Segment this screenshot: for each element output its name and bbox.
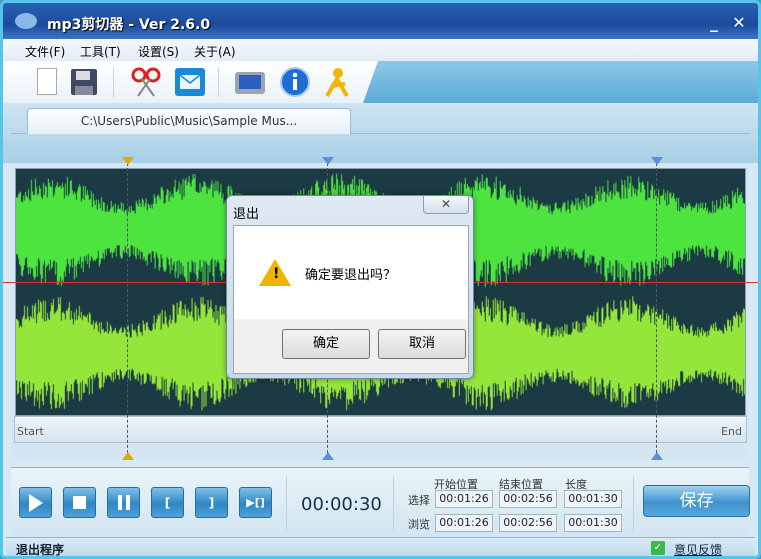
info-icon[interactable] xyxy=(279,66,311,98)
marker-handle-top[interactable] xyxy=(322,157,335,165)
toolbar-separator xyxy=(113,67,114,97)
status-bar: 退出程序 ✓ 意见反馈 xyxy=(6,537,755,557)
window-title: mp3剪切器 - Ver 2.6.0 xyxy=(47,17,211,33)
select-start-field[interactable]: 00:01:26 xyxy=(435,490,493,508)
current-time: 00:00:30 xyxy=(301,494,382,515)
stop-button[interactable] xyxy=(63,487,96,518)
play-icon xyxy=(28,493,43,512)
mail-icon[interactable] xyxy=(174,66,206,98)
toolbar xyxy=(3,61,378,103)
separator xyxy=(393,476,394,531)
save-icon[interactable] xyxy=(68,66,100,98)
play-selection-button[interactable]: ▶[] xyxy=(239,487,272,518)
scissors-icon[interactable] xyxy=(130,66,162,98)
marker-handle-bottom[interactable] xyxy=(651,452,664,460)
dialog-body: ! 确定要退出吗？ 确定 取消 xyxy=(233,225,469,374)
timeline-ruler: Start End xyxy=(14,416,747,443)
select-length-field[interactable]: 00:01:30 xyxy=(564,490,622,508)
marker-handle-top[interactable] xyxy=(651,157,664,165)
play-selection-icon: ▶[] xyxy=(246,496,265,509)
new-file-icon[interactable] xyxy=(31,66,63,98)
exit-dialog: 退出 ✕ ! 确定要退出吗？ 确定 取消 xyxy=(226,195,474,379)
warning-icon: ! xyxy=(259,259,291,286)
status-text: 退出程序 xyxy=(16,543,65,557)
marker-handle-top[interactable] xyxy=(121,157,134,165)
selection-marker[interactable] xyxy=(121,157,134,460)
tab-file[interactable]: C:\Users\Public\Music\Sample Mus... xyxy=(27,108,351,134)
pause-icon xyxy=(117,495,130,510)
play-button[interactable] xyxy=(19,487,52,518)
close-button[interactable]: ✕ xyxy=(730,13,748,32)
menu-tools[interactable]: 工具(T) xyxy=(80,43,121,60)
stop-icon xyxy=(73,496,86,509)
pause-button[interactable] xyxy=(107,487,140,518)
browse-length-field[interactable]: 00:01:30 xyxy=(564,514,622,532)
menu-bar: 文件(F) 工具(T) 设置(S) 关于(A) xyxy=(3,39,758,61)
user-icon[interactable] xyxy=(321,66,353,98)
screen-icon[interactable] xyxy=(234,66,266,98)
dialog-title: 退出 xyxy=(233,207,260,222)
minimize-button[interactable]: _ xyxy=(705,13,723,32)
menu-settings[interactable]: 设置(S) xyxy=(138,43,179,60)
browse-end-field[interactable]: 00:02:56 xyxy=(499,514,557,532)
marker-handle-bottom[interactable] xyxy=(322,452,335,460)
feedback-link[interactable]: 意见反馈 xyxy=(674,541,722,556)
ok-button[interactable]: 确定 xyxy=(282,329,370,359)
marker-handle-bottom[interactable] xyxy=(121,452,134,460)
end-label: End xyxy=(721,425,742,438)
toolbar-background xyxy=(363,61,758,103)
row-label-browse: 浏览 xyxy=(408,518,430,531)
menu-file[interactable]: 文件(F) xyxy=(25,43,65,60)
start-label: Start xyxy=(17,425,44,438)
row-label-select: 选择 xyxy=(408,494,430,507)
browse-start-field[interactable]: 00:01:26 xyxy=(435,514,493,532)
title-bar: mp3剪切器 - Ver 2.6.0 _ ✕ xyxy=(3,3,758,39)
playback-controls: [ ] ▶[] 00:00:30 开始位置 结束位置 长度 选择 00:01:2… xyxy=(11,467,750,537)
select-end-field[interactable]: 00:02:56 xyxy=(499,490,557,508)
dialog-close-button[interactable]: ✕ xyxy=(423,196,469,214)
menu-about[interactable]: 关于(A) xyxy=(194,43,236,60)
check-icon: ✓ xyxy=(651,541,665,555)
set-end-button[interactable]: ] xyxy=(195,487,228,518)
save-button[interactable]: 保存 xyxy=(643,485,750,517)
selection-marker[interactable] xyxy=(651,157,664,460)
set-start-button[interactable]: [ xyxy=(151,487,184,518)
bracket-right-icon: ] xyxy=(208,495,215,510)
tab-area: C:\Users\Public\Music\Sample Mus... xyxy=(3,103,758,163)
separator xyxy=(286,476,287,531)
cancel-button[interactable]: 取消 xyxy=(378,329,466,359)
separator xyxy=(633,476,634,531)
bracket-left-icon: [ xyxy=(164,495,171,510)
dialog-content: ! 确定要退出吗？ xyxy=(234,226,468,319)
dialog-message: 确定要退出吗？ xyxy=(305,268,397,283)
toolbar-separator xyxy=(218,67,219,97)
app-icon xyxy=(15,13,37,29)
